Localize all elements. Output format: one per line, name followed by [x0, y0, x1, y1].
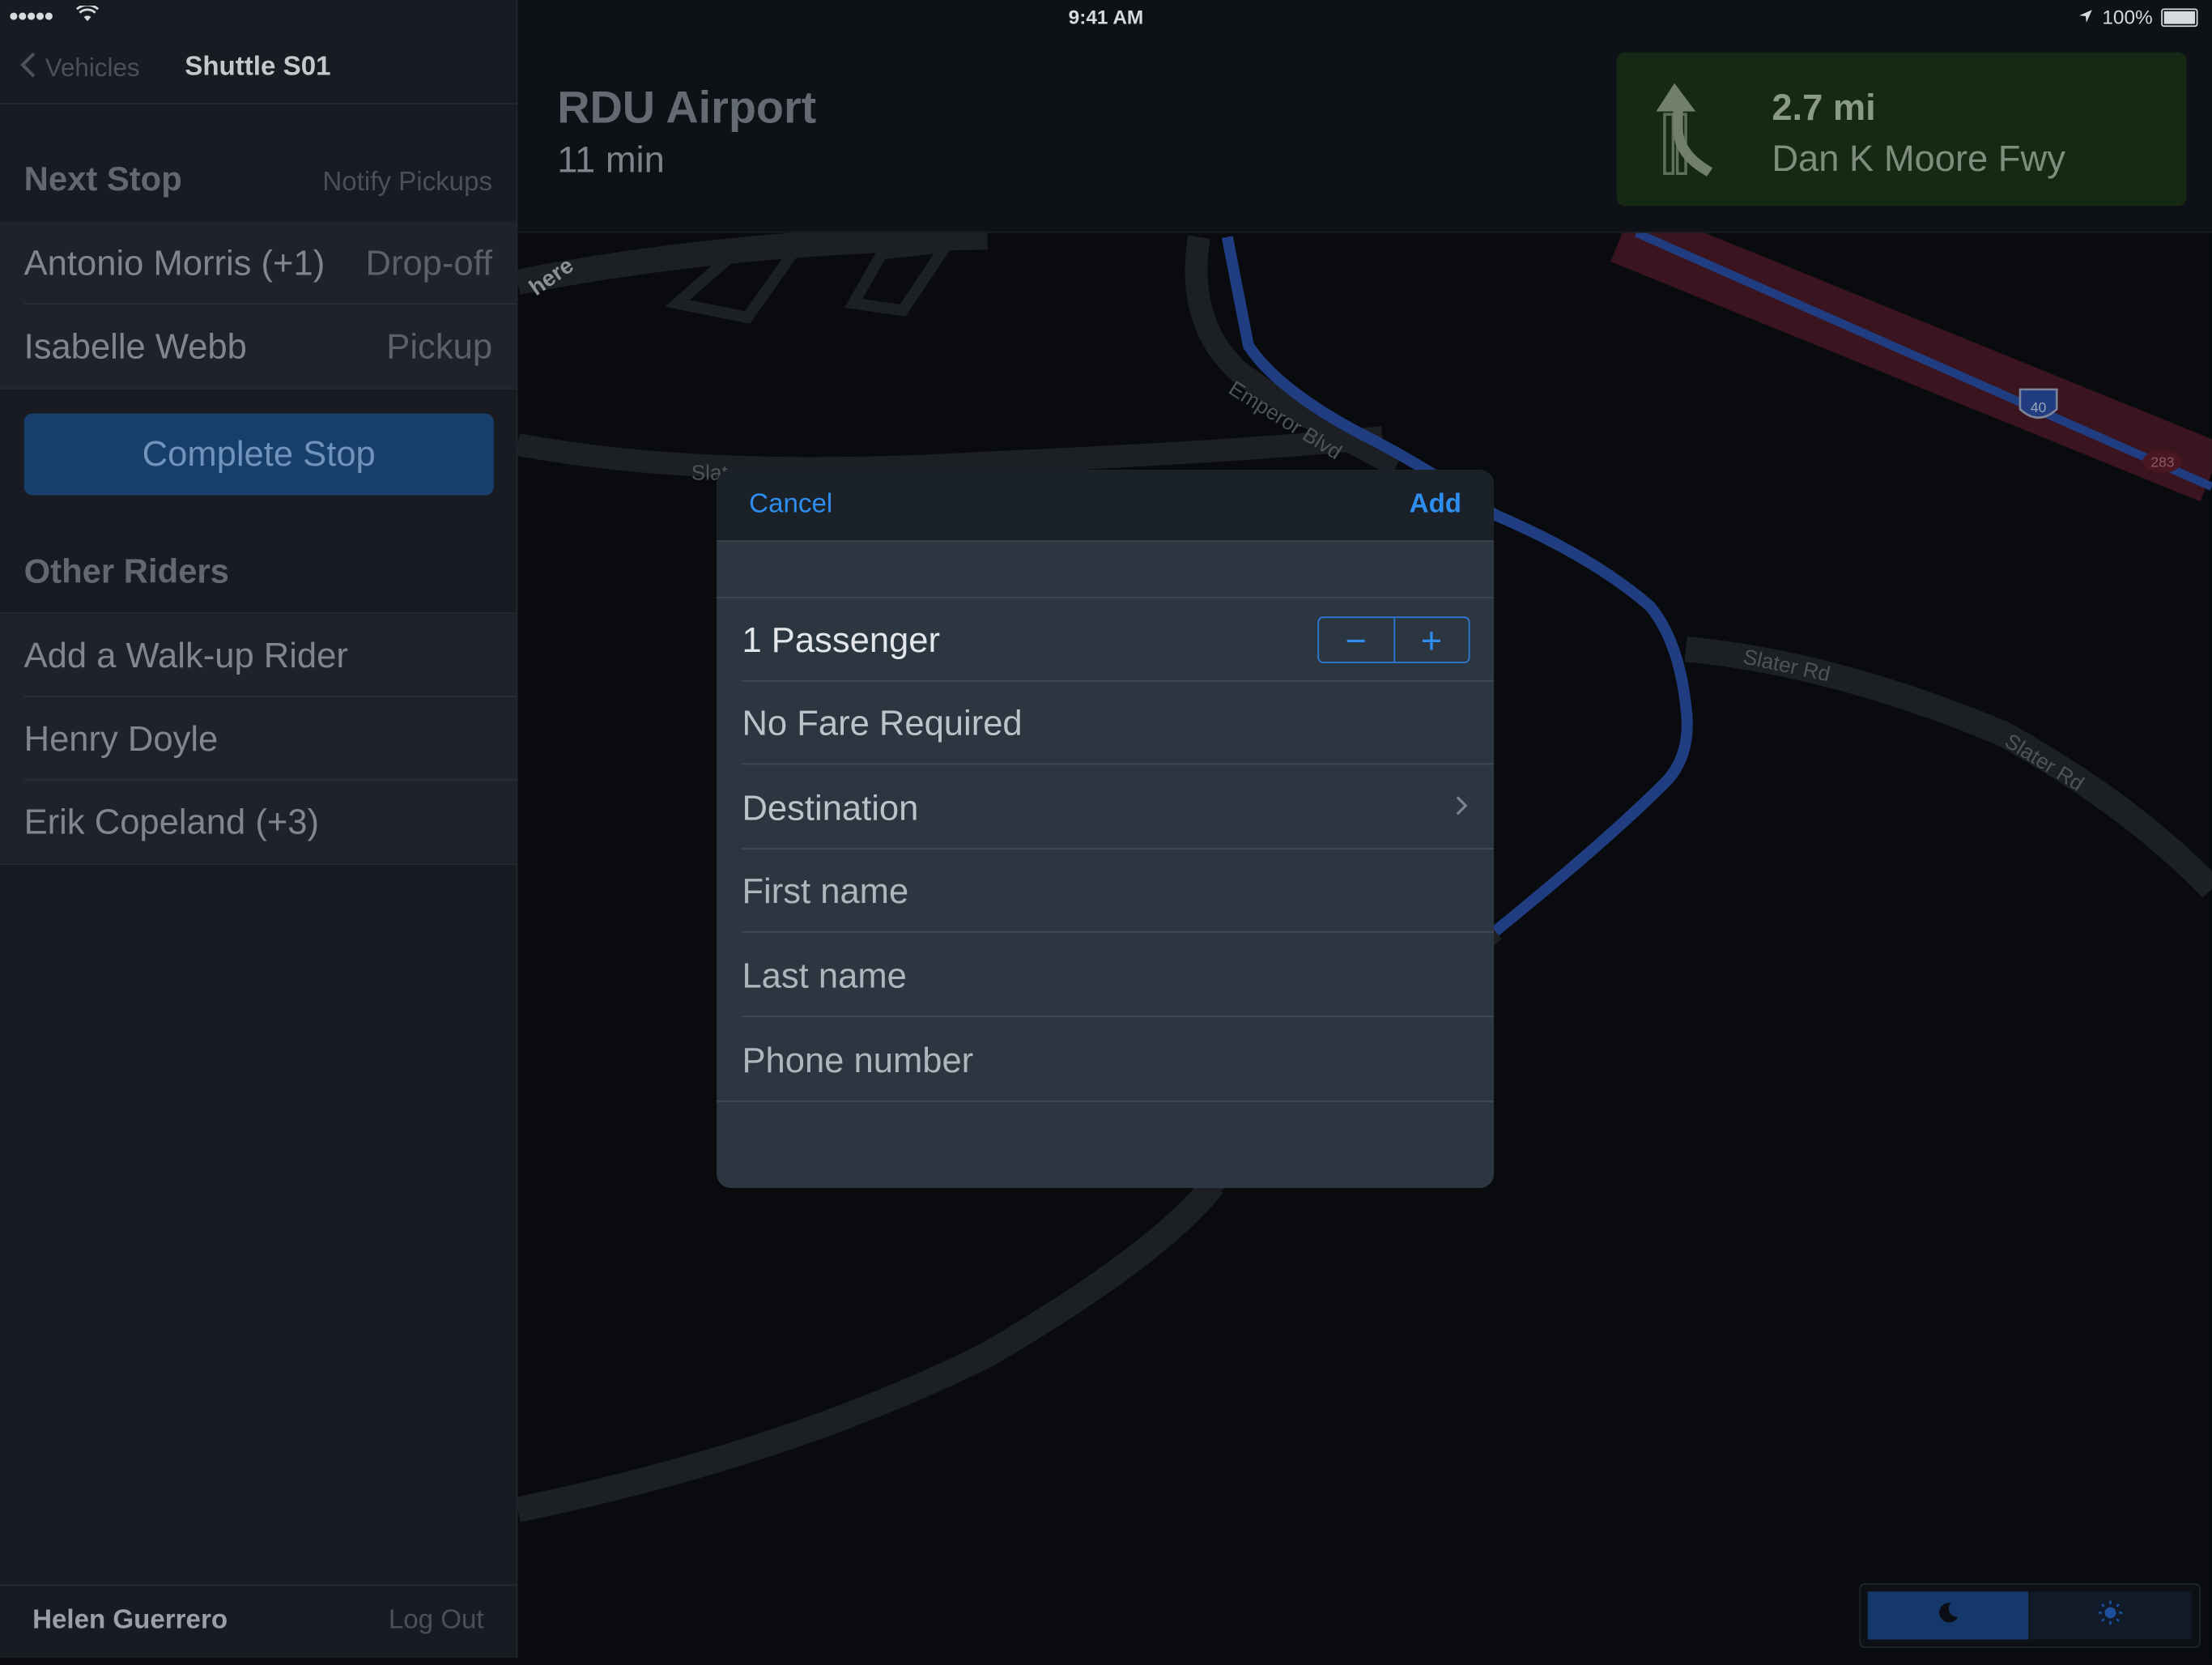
interstate-shield-icon: 40: [2018, 388, 2058, 419]
turn-distance: 2.7 mi: [1772, 86, 1876, 129]
last-name-placeholder: Last name: [742, 956, 907, 997]
eta-label: 11 min: [557, 138, 665, 181]
divider: [0, 1584, 517, 1586]
row-divider: [742, 930, 1495, 933]
rider-label: Henry Doyle: [23, 719, 219, 760]
passenger-stepper[interactable]: − +: [1317, 616, 1470, 663]
rider-row[interactable]: Henry Doyle: [0, 696, 517, 781]
phone-number-field[interactable]: Phone number: [717, 1019, 1495, 1102]
day-night-toggle: [1859, 1582, 2201, 1649]
row-divider: [717, 1100, 1495, 1102]
rider-row[interactable]: Erik Copeland (+3): [0, 780, 517, 864]
driver-name: Helen Guerrero: [32, 1605, 228, 1636]
back-button[interactable]: Vehicles: [19, 51, 140, 87]
destination-label: Destination: [742, 788, 919, 828]
first-name-placeholder: First name: [742, 871, 909, 912]
complete-stop-button[interactable]: Complete Stop: [23, 413, 494, 496]
notify-pickups-button[interactable]: Notify Pickups: [322, 168, 492, 198]
status-right: 100%: [2078, 6, 2198, 28]
row-divider: [742, 1016, 1495, 1018]
dialog-toolbar: Cancel Add: [717, 470, 1495, 543]
stop-rider-name: Antonio Morris (+1): [23, 244, 325, 284]
rider-label: Erik Copeland (+3): [23, 803, 320, 843]
back-label: Vehicles: [45, 53, 140, 83]
stop-type: Pickup: [386, 327, 493, 367]
stop-type: Drop-off: [365, 244, 493, 284]
status-bar: ●●●●● 9:41 AM 100%: [0, 0, 2212, 34]
location-arrow-icon: [2078, 6, 2094, 28]
row-divider: [742, 763, 1495, 765]
destination-title: RDU Airport: [557, 82, 817, 133]
chevron-left-icon: [19, 51, 36, 87]
chevron-right-icon: [1454, 789, 1468, 825]
battery-percent: 100%: [2102, 5, 2153, 28]
decrement-button[interactable]: −: [1319, 618, 1395, 662]
logout-button[interactable]: Log Out: [389, 1606, 484, 1637]
first-name-field[interactable]: First name: [717, 850, 1495, 933]
phone-number-placeholder: Phone number: [742, 1041, 974, 1081]
next-stop-heading: Next Stop: [23, 160, 182, 199]
add-rider-dialog: Cancel Add 1 Passenger − + No Fare Requi…: [717, 470, 1495, 1189]
turn-road-name: Dan K Moore Fwy: [1772, 137, 2065, 180]
last-name-field[interactable]: Last name: [717, 934, 1495, 1018]
fare-label: No Fare Required: [742, 704, 1023, 744]
fare-row[interactable]: No Fare Required: [717, 682, 1495, 765]
turn-left-arrow-icon: [1656, 80, 1741, 186]
route-shield-icon: 283: [2142, 449, 2183, 473]
dialog-spacer: [717, 542, 1495, 598]
increment-button[interactable]: +: [1394, 618, 1468, 662]
moon-icon: [1935, 1599, 1960, 1632]
divider: [0, 863, 517, 866]
stop-rider-name: Isabelle Webb: [23, 327, 247, 367]
add-button[interactable]: Add: [1410, 490, 1461, 521]
day-mode-button[interactable]: [2030, 1591, 2191, 1640]
rider-label: Add a Walk-up Rider: [23, 636, 348, 676]
night-mode-button[interactable]: [1867, 1591, 2029, 1640]
sun-icon: [2098, 1599, 2123, 1632]
status-time: 9:41 AM: [1068, 5, 1144, 28]
cancel-button[interactable]: Cancel: [749, 490, 832, 521]
passenger-count-label: 1 Passenger: [742, 620, 941, 661]
battery-icon: [2161, 7, 2198, 27]
stop-row[interactable]: Antonio Morris (+1) Drop-off: [0, 221, 517, 305]
navigation-header: RDU Airport 11 min 2.7 mi Dan K Moore Fw…: [517, 0, 2212, 233]
divider: [0, 103, 517, 104]
add-walkup-rider-row[interactable]: Add a Walk-up Rider: [0, 613, 517, 697]
other-riders-heading: Other Riders: [23, 552, 229, 592]
map-shield: 283: [2150, 454, 2174, 471]
vehicle-title: Shuttle S01: [185, 52, 331, 83]
turn-instruction-panel: 2.7 mi Dan K Moore Fwy: [1616, 52, 2187, 207]
map-shield: 40: [2031, 399, 2046, 415]
stop-row[interactable]: Isabelle Webb Pickup: [0, 304, 517, 389]
destination-row[interactable]: Destination: [717, 766, 1495, 850]
sidebar: Vehicles Shuttle S01 Next Stop Notify Pi…: [0, 0, 518, 1659]
passenger-count-row: 1 Passenger − +: [717, 598, 1495, 682]
divider: [0, 388, 517, 390]
